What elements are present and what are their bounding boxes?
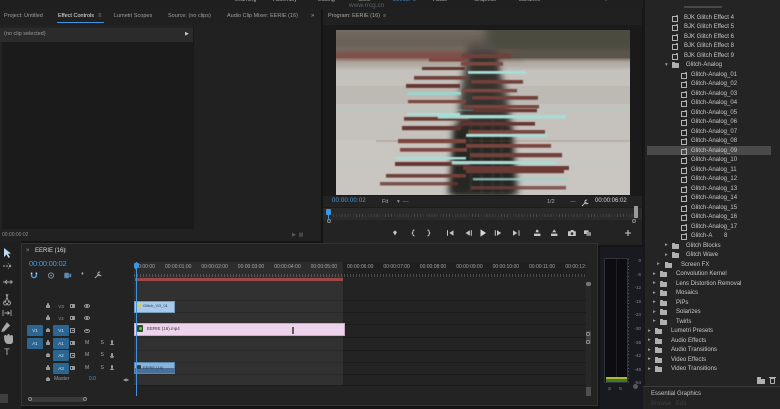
svg-text:T: T <box>4 347 10 357</box>
